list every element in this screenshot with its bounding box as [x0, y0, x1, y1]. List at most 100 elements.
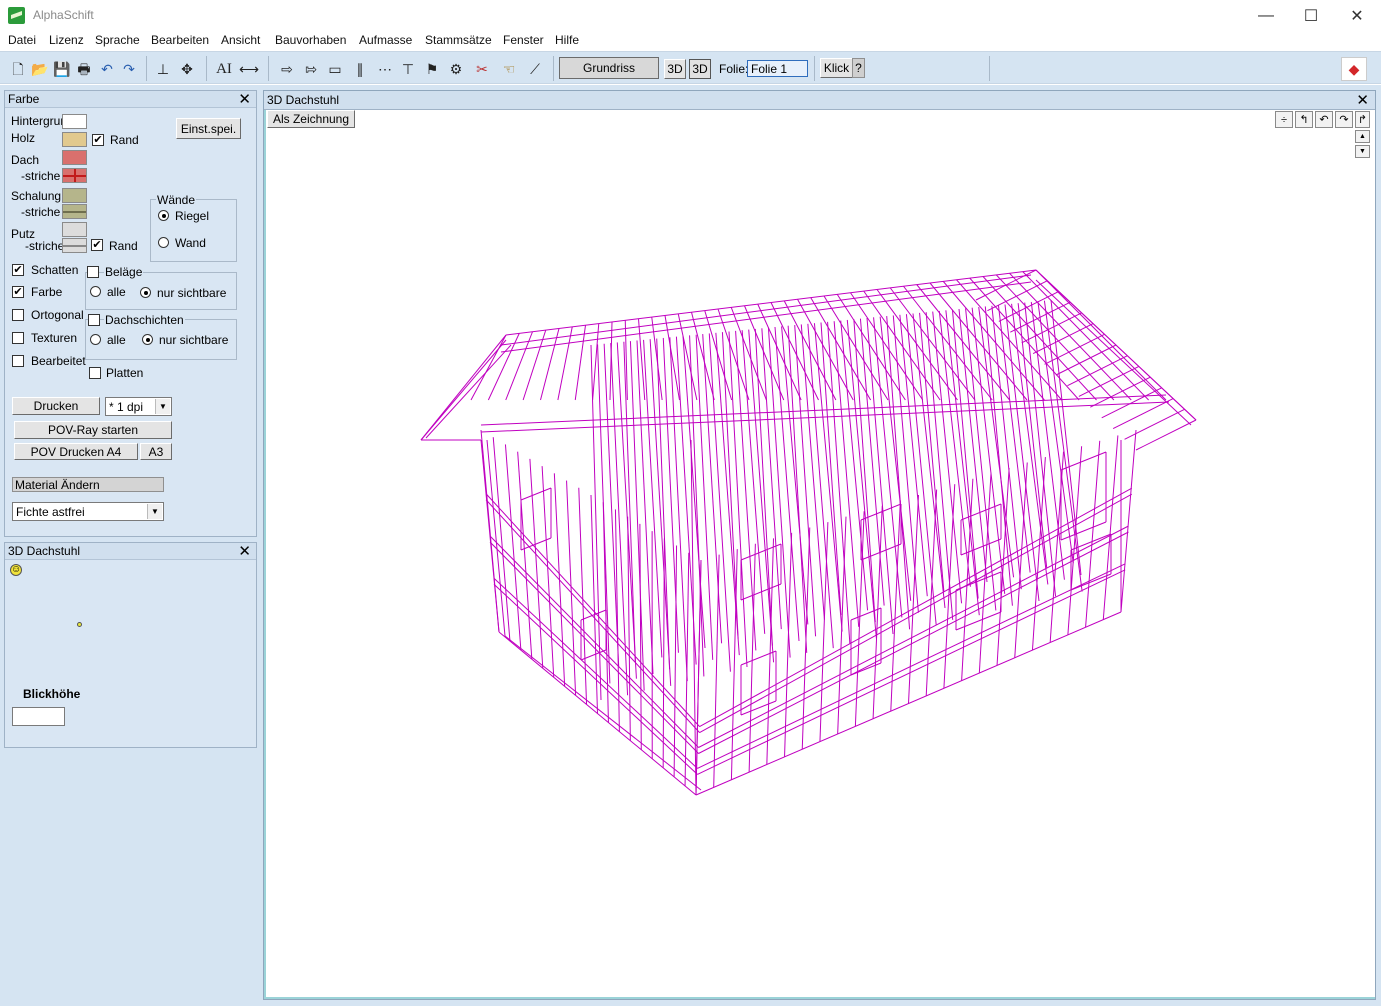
- dachschichten-alle-radio[interactable]: [90, 334, 101, 345]
- grundriss-button[interactable]: Grundriss: [559, 57, 659, 79]
- close-icon[interactable]: ✕: [1356, 91, 1369, 109]
- dachschichten-checkbox[interactable]: [88, 314, 100, 326]
- bearbeitet-checkbox[interactable]: [12, 355, 24, 367]
- gear-icon[interactable]: ⚙: [447, 60, 465, 78]
- dach-swatch[interactable]: [62, 150, 87, 165]
- arrow-right-outline-icon[interactable]: ⇰: [302, 60, 320, 78]
- menu-hilfe[interactable]: Hilfe: [555, 33, 579, 47]
- schalung-striche-label: -striche: [21, 205, 61, 219]
- document-window: 3D Dachstuhl ✕ Als Zeichnung ÷ ↰ ↶ ↷ ↱ ▲…: [263, 90, 1376, 1000]
- help-button[interactable]: ?: [852, 58, 865, 78]
- redo-icon[interactable]: ↷: [120, 60, 138, 78]
- povray-start-button[interactable]: POV-Ray starten: [14, 421, 172, 439]
- klick-button[interactable]: Klick: [820, 58, 853, 78]
- farbe-checkbox[interactable]: ✔: [12, 286, 24, 298]
- menu-datei[interactable]: Datei: [8, 33, 36, 47]
- close-button[interactable]: ✕: [1334, 0, 1380, 31]
- riegel-label: Riegel: [175, 209, 210, 223]
- chevron-down-icon[interactable]: ▼: [147, 504, 162, 519]
- belaege-alle-radio[interactable]: [90, 286, 101, 297]
- menu-ansicht[interactable]: Ansicht: [221, 33, 260, 47]
- minimize-button[interactable]: —: [1243, 0, 1289, 31]
- material-aendern-button[interactable]: Material Ändern: [12, 477, 164, 492]
- split-icon[interactable]: ⊤: [399, 60, 417, 78]
- save-icon[interactable]: 💾: [53, 60, 71, 78]
- dachschichten-sichtbare-radio[interactable]: [142, 334, 153, 345]
- pov-drucken-a4-button[interactable]: POV Drucken A4: [14, 443, 138, 460]
- move-icon[interactable]: ✥: [178, 60, 196, 78]
- target-point-icon[interactable]: [77, 622, 82, 627]
- holz-swatch[interactable]: [62, 132, 87, 147]
- dach-striche-label: -striche: [21, 169, 61, 183]
- holz-rand-checkbox[interactable]: ✔: [92, 134, 104, 146]
- polyline-icon[interactable]: ⟋: [526, 60, 544, 78]
- view-3d-button[interactable]: 3D: [664, 59, 686, 79]
- ortogonal-label: Ortogonal: [31, 308, 84, 322]
- window-title: AlphaSchift: [33, 8, 94, 22]
- holz-rand-label: Rand: [110, 133, 139, 147]
- maximize-button[interactable]: ☐: [1288, 0, 1334, 31]
- schalung-swatch[interactable]: [62, 188, 87, 203]
- material-value: Fichte astfrei: [16, 504, 85, 519]
- open-folder-icon[interactable]: 📂: [31, 60, 49, 78]
- tool-a-icon[interactable]: ⚑: [423, 60, 441, 78]
- menu-sprache[interactable]: Sprache: [95, 33, 140, 47]
- menu-stammsaetze[interactable]: Stammsätze: [425, 33, 492, 47]
- menu-bauvorhaben[interactable]: Bauvorhaben: [275, 33, 346, 47]
- belaege-label: Beläge: [104, 265, 144, 279]
- texturen-label: Texturen: [31, 331, 78, 345]
- wand-radio[interactable]: [158, 237, 169, 248]
- menu-aufmasse[interactable]: Aufmasse: [359, 33, 412, 47]
- warning-icon[interactable]: ◆: [1341, 57, 1367, 81]
- close-icon[interactable]: ✕: [238, 90, 251, 108]
- print-icon[interactable]: 🖶: [75, 60, 93, 78]
- dimension-icon[interactable]: ⊥: [154, 60, 172, 78]
- drucken-button[interactable]: Drucken: [12, 397, 100, 415]
- belaege-checkbox[interactable]: [87, 266, 99, 278]
- putz-striche-swatch[interactable]: [62, 238, 87, 253]
- material-select[interactable]: Fichte astfrei ▼: [12, 502, 164, 521]
- chevron-down-icon[interactable]: ▼: [155, 399, 170, 414]
- menu-bearbeiten[interactable]: Bearbeiten: [151, 33, 209, 47]
- belaege-sichtbare-radio[interactable]: [140, 287, 151, 298]
- menu-lizenz[interactable]: Lizenz: [49, 33, 84, 47]
- close-icon[interactable]: ✕: [238, 542, 251, 560]
- ortogonal-checkbox[interactable]: [12, 309, 24, 321]
- riegel-radio[interactable]: [158, 210, 169, 221]
- folie-input[interactable]: Folie 1: [747, 60, 808, 77]
- dach-striche-swatch[interactable]: [62, 168, 87, 183]
- measure-icon[interactable]: ⟷: [239, 60, 259, 78]
- platten-checkbox[interactable]: [89, 367, 101, 379]
- einst-spei-button[interactable]: Einst.spei.: [176, 118, 241, 139]
- dotted-line-icon[interactable]: ⋯: [376, 60, 394, 78]
- dpi-select[interactable]: * 1 dpi ▼: [105, 397, 172, 416]
- schatten-checkbox[interactable]: ✔: [12, 264, 24, 276]
- undo-icon[interactable]: ↶: [98, 60, 116, 78]
- arrow-right-icon[interactable]: ⇨: [278, 60, 296, 78]
- rectangle-icon[interactable]: ▭: [326, 60, 344, 78]
- putz-swatch[interactable]: [62, 222, 87, 237]
- 3d-viewport[interactable]: Als Zeichnung ÷ ↰ ↶ ↷ ↱ ▲ ▼: [264, 110, 1375, 999]
- putz-rand-checkbox[interactable]: ✔: [91, 239, 103, 251]
- pov-a3-button[interactable]: A3: [140, 443, 172, 460]
- texturen-checkbox[interactable]: [12, 332, 24, 344]
- blickhoehe-input[interactable]: [12, 707, 65, 726]
- hintergrund-swatch[interactable]: [62, 114, 87, 129]
- navigator-panel: 3D Dachstuhl ✕ ☺ Blickhöhe: [4, 542, 257, 748]
- farbe-panel-header: Farbe ✕: [5, 91, 256, 108]
- parallel-icon[interactable]: ∥: [351, 60, 369, 78]
- putz-striche-label: -striche: [25, 239, 65, 253]
- document-header: 3D Dachstuhl ✕: [264, 91, 1375, 110]
- navigator-panel-title: 3D Dachstuhl: [8, 544, 81, 558]
- toolbar-separator: [989, 56, 990, 81]
- toolbar-separator: [268, 56, 269, 81]
- new-file-icon[interactable]: 🗋: [9, 60, 27, 78]
- tools-icon[interactable]: ✂: [473, 60, 491, 78]
- putz-rand-label: Rand: [109, 239, 138, 253]
- menu-fenster[interactable]: Fenster: [503, 33, 544, 47]
- text-tool-icon[interactable]: AI: [215, 60, 233, 78]
- schalung-striche-swatch[interactable]: [62, 204, 87, 219]
- view-3d-active-button[interactable]: 3D: [689, 59, 711, 79]
- hand-icon[interactable]: ☜: [500, 60, 518, 78]
- viewer-smiley-icon[interactable]: ☺: [10, 564, 22, 576]
